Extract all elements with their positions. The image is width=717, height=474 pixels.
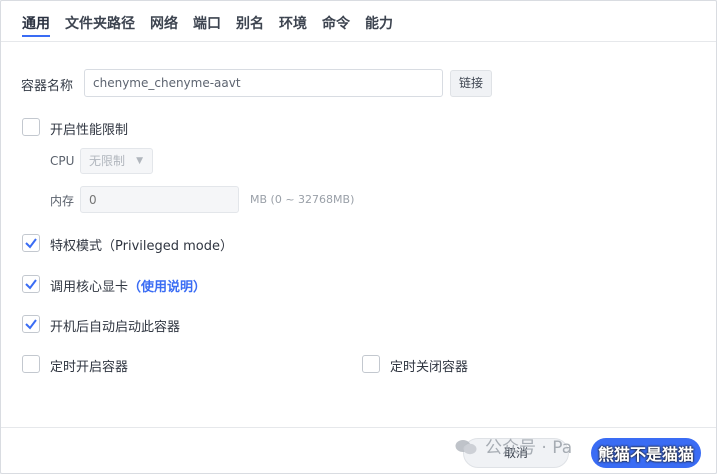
- memory-range-hint: MB (0 ~ 32768MB): [250, 193, 355, 206]
- privileged-label: 特权模式（Privileged mode）: [50, 239, 233, 254]
- tab-aliases[interactable]: 别名: [236, 13, 264, 33]
- gpu-checkbox[interactable]: [22, 275, 40, 293]
- autostart-label: 开机后自动启动此容器: [50, 320, 181, 335]
- tab-command[interactable]: 命令: [322, 13, 350, 33]
- chevron-down-icon: ▼: [136, 156, 143, 166]
- container-name-label: 容器名称: [21, 79, 74, 94]
- watermark-label: 公众号 · Pa: [485, 438, 573, 458]
- active-tab-indicator: [22, 35, 50, 37]
- tab-network[interactable]: 网络: [150, 13, 178, 33]
- watermark-overlay: 熊猫不是猫猫: [598, 445, 695, 464]
- container-name-input[interactable]: [84, 69, 443, 97]
- memory-input[interactable]: [80, 186, 239, 213]
- timer-on-label: 定时开启容器: [50, 360, 129, 375]
- link-button[interactable]: 链接: [450, 70, 492, 97]
- gpu-label-text: 调用核心显卡: [50, 280, 129, 295]
- checkmark-icon: [25, 238, 37, 249]
- timer-off-checkbox[interactable]: [362, 355, 380, 373]
- perf-limit-label: 开启性能限制: [50, 123, 129, 138]
- tab-ports[interactable]: 端口: [193, 13, 221, 33]
- container-settings-panel: 通用 文件夹路径 网络 端口 别名 环境 命令 能力 容器名称 链接 开启性能限…: [0, 0, 717, 474]
- watermark-text: 公众号 · Pa: [455, 433, 572, 458]
- perf-limit-checkbox[interactable]: [22, 118, 40, 136]
- tab-environment[interactable]: 环境: [279, 13, 307, 33]
- memory-label: 内存: [50, 194, 75, 208]
- checkmark-icon: [25, 319, 37, 330]
- cpu-label: CPU: [50, 154, 75, 168]
- checkmark-icon: [25, 279, 37, 290]
- tab-capabilities[interactable]: 能力: [365, 13, 393, 33]
- privileged-checkbox[interactable]: [22, 234, 40, 252]
- cpu-select-value: 无限制: [89, 154, 126, 168]
- usage-guide-link[interactable]: （使用说明）: [128, 280, 206, 295]
- wechat-icon: [455, 438, 477, 456]
- tab-bar: 通用 文件夹路径 网络 端口 别名 环境 命令 能力: [1, 1, 716, 42]
- tab-general[interactable]: 通用: [22, 13, 50, 33]
- tab-folder-paths[interactable]: 文件夹路径: [65, 13, 135, 33]
- gpu-label: 调用核心显卡（使用说明）: [50, 276, 206, 295]
- footer-divider: [1, 427, 716, 428]
- timer-on-checkbox[interactable]: [22, 355, 40, 373]
- autostart-checkbox[interactable]: [22, 315, 40, 333]
- cpu-select[interactable]: 无限制 ▼: [80, 148, 153, 174]
- timer-off-label: 定时关闭容器: [390, 360, 469, 375]
